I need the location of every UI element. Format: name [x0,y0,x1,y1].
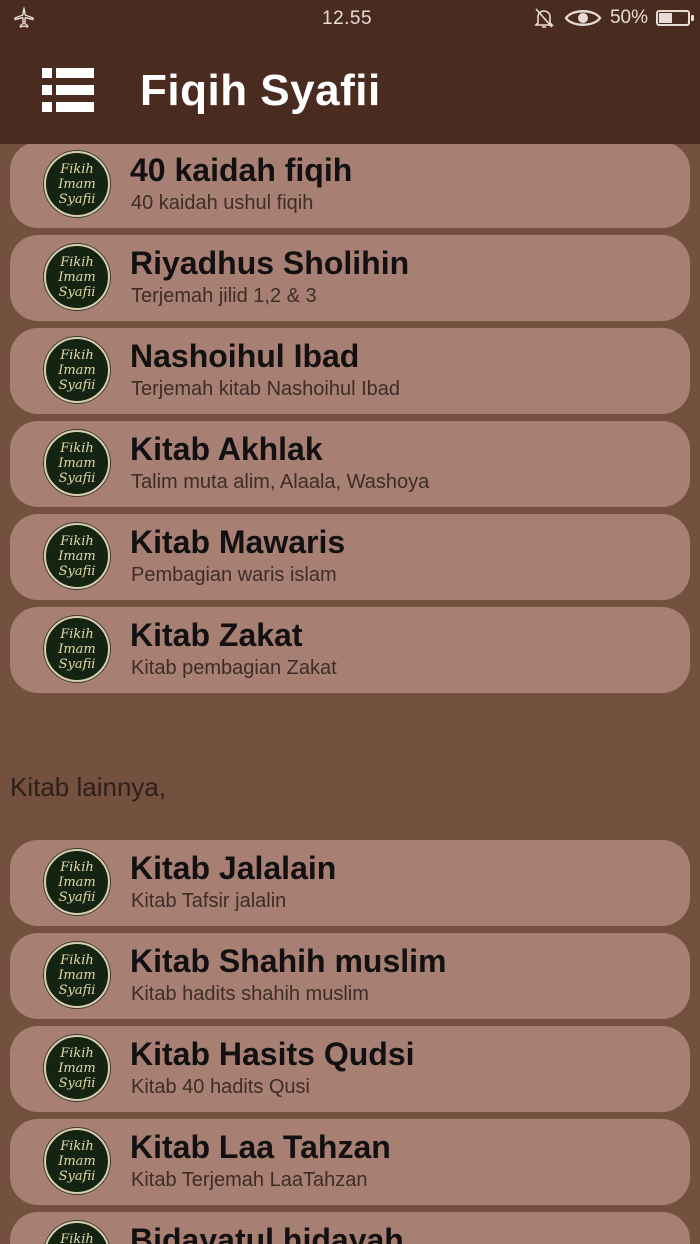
logo-text-1: Fikih [60,440,94,456]
fikih-imam-syafii-logo: Fikih Imam Syafii [44,1128,110,1194]
logo-text-1: Fikih [60,161,94,177]
logo-text-1: Fikih [60,254,94,270]
logo-text-2: Imam [58,641,96,657]
logo-text-1: Fikih [60,626,94,642]
list-item[interactable]: Fikih Imam Syafii Nashoihul Ibad Terjema… [10,328,690,414]
list-item[interactable]: Fikih Imam Syafii Kitab Shahih muslim Ki… [10,933,690,1019]
logo-text-1: Fikih [60,1138,94,1154]
airplane-icon [14,7,34,28]
battery-percent: 50% [609,7,648,28]
fikih-imam-syafii-logo: Fikih Imam Syafii [44,337,110,403]
logo-text-2: Imam [58,874,96,890]
list-menu-icon[interactable] [42,68,94,112]
logo-text-1: Fikih [60,859,94,875]
list-item[interactable]: Fikih Imam Syafii Kitab Hasits Qudsi Kit… [10,1026,690,1112]
item-title: Nashoihul Ibad [130,338,360,374]
item-subtitle: 40 kaidah ushul fiqih [131,192,314,214]
list-item[interactable]: Fikih Imam Syafii Kitab Mawaris Pembagia… [10,514,690,600]
app-bar: Fiqih Syafii [0,36,700,144]
fikih-imam-syafii-logo: Fikih Imam Syafii [44,151,110,217]
logo-text-2: Imam [58,1153,96,1169]
item-subtitle: Talim muta alim, Alaala, Washoya [131,471,430,493]
logo-text-1: Fikih [60,952,94,968]
list-item[interactable]: Fikih Imam Syafii Kitab Laa Tahzan Kitab… [10,1119,690,1205]
fikih-imam-syafii-logo: Fikih Imam Syafii [44,942,110,1008]
logo-text-2: Imam [58,362,96,378]
logo-text-2: Imam [58,176,96,192]
logo-text-3: Syafii [58,377,96,393]
list-item[interactable]: Fikih Imam Syafii Bidayatul hidayah [10,1212,690,1244]
logo-text-1: Fikih [60,533,94,549]
item-title: Kitab Shahih muslim [130,943,447,979]
list-item[interactable]: Fikih Imam Syafii Kitab Akhlak Talim mut… [10,421,690,507]
item-subtitle: Pembagian waris islam [131,564,337,586]
logo-text-1: Fikih [60,347,94,363]
item-title: Kitab Jalalain [130,850,337,886]
main-content[interactable]: Fikih Imam Syafii 40 kaidah fiqih 40 kai… [0,144,700,1244]
item-subtitle: Kitab Terjemah LaaTahzan [131,1169,368,1191]
item-subtitle: Kitab 40 hadits Qusi [131,1076,310,1098]
kitab-lainnya-list: Fikih Imam Syafii Kitab Jalalain Kitab T… [10,840,690,1244]
list-item[interactable]: Fikih Imam Syafii Riyadhus Sholihin Terj… [10,235,690,321]
item-subtitle: Terjemah kitab Nashoihul Ibad [131,378,401,400]
page-title: Fiqih Syafii [140,66,381,115]
list-item[interactable]: Fikih Imam Syafii Kitab Jalalain Kitab T… [10,840,690,926]
logo-text-2: Imam [58,548,96,564]
item-title: Kitab Mawaris [130,524,346,560]
item-subtitle: Terjemah jilid 1,2 & 3 [131,285,317,307]
item-subtitle: Kitab pembagian Zakat [131,657,337,679]
fikih-imam-syafii-logo: Fikih Imam Syafii [44,1221,110,1244]
fikih-imam-syafii-logo: Fikih Imam Syafii [44,1035,110,1101]
list-item[interactable]: Fikih Imam Syafii 40 kaidah fiqih 40 kai… [10,144,690,228]
logo-text-3: Syafii [58,563,96,579]
section-label: Kitab lainnya, [10,772,167,802]
logo-text-1: Fikih [60,1045,94,1061]
item-subtitle: Kitab Tafsir jalalin [131,890,287,912]
fikih-imam-syafii-logo: Fikih Imam Syafii [44,849,110,915]
logo-text-2: Imam [58,269,96,285]
item-title: Bidayatul hidayah [130,1222,404,1244]
item-title: 40 kaidah fiqih [130,152,353,188]
item-title: Kitab Laa Tahzan [130,1129,391,1165]
item-title: Kitab Zakat [130,617,303,653]
eye-icon [564,10,602,26]
logo-text-3: Syafii [58,889,96,905]
status-time: 12.55 [322,8,373,29]
fikih-imam-syafii-logo: Fikih Imam Syafii [44,523,110,589]
status-bar: 12.55 50% [0,0,700,36]
logo-text-3: Syafii [58,656,96,672]
item-title: Riyadhus Sholihin [130,245,410,281]
logo-text-3: Syafii [58,982,96,998]
fikih-imam-syafii-logo: Fikih Imam Syafii [44,616,110,682]
logo-text-1: Fikih [60,1231,94,1244]
logo-text-3: Syafii [58,470,96,486]
bell-off-icon [534,8,554,28]
logo-text-3: Syafii [58,1075,96,1091]
item-title: Kitab Hasits Qudsi [130,1036,415,1072]
logo-text-2: Imam [58,455,96,471]
fikih-imam-syafii-logo: Fikih Imam Syafii [44,244,110,310]
logo-text-2: Imam [58,1060,96,1076]
battery-icon [656,10,694,26]
fikih-imam-syafii-logo: Fikih Imam Syafii [44,430,110,496]
logo-text-3: Syafii [58,191,96,207]
item-subtitle: Kitab hadits shahih muslim [131,983,369,1005]
kitab-list: Fikih Imam Syafii 40 kaidah fiqih 40 kai… [10,144,690,700]
logo-text-3: Syafii [58,1168,96,1184]
logo-text-2: Imam [58,967,96,983]
item-title: Kitab Akhlak [130,431,323,467]
list-item[interactable]: Fikih Imam Syafii Kitab Zakat Kitab pemb… [10,607,690,693]
logo-text-3: Syafii [58,284,96,300]
